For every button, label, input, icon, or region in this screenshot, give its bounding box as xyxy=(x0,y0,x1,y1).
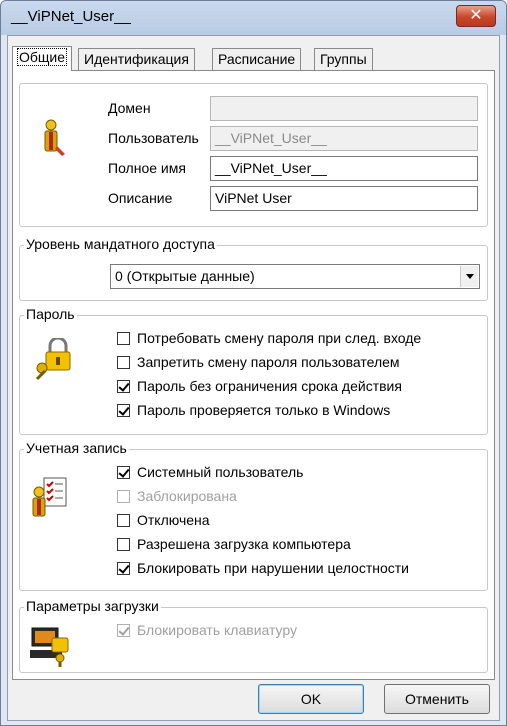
dialog-client-area: Общие Идентификация Расписание Группы До… xyxy=(7,35,500,721)
chevron-down-icon[interactable] xyxy=(460,266,478,287)
account-legend: Учетная запись xyxy=(24,440,129,456)
checkbox-box[interactable] xyxy=(117,562,130,575)
tab-panel-general: Домен Пользователь __ViPNet_User__ Полно… xyxy=(12,70,495,680)
checkbox-box xyxy=(117,624,130,637)
password-legend: Пароль xyxy=(24,306,77,322)
system-user-checkbox[interactable]: Системный пользователь xyxy=(117,464,303,484)
user-checklist-icon xyxy=(32,477,67,517)
access-level-legend: Уровень мандатного доступа xyxy=(24,236,217,252)
checkbox-box xyxy=(117,490,130,503)
access-level-group: Уровень мандатного доступа 0 (Открытые д… xyxy=(19,236,488,301)
window-title: __ViPNet_User__ xyxy=(11,8,131,25)
tab-schedule[interactable]: Расписание xyxy=(212,48,302,70)
fullname-field[interactable]: __ViPNet_User__ xyxy=(210,156,478,181)
checkbox-box[interactable] xyxy=(117,538,130,551)
tab-identification[interactable]: Идентификация xyxy=(78,48,195,70)
access-level-select[interactable]: 0 (Открытые данные) xyxy=(110,264,480,289)
password-never-expires-checkbox[interactable]: Пароль без ограничения срока действия xyxy=(117,378,402,398)
boot-params-legend: Параметры загрузки xyxy=(24,598,161,614)
require-password-change-checkbox[interactable]: Потребовать смену пароля при след. входе xyxy=(117,330,421,350)
username-field[interactable]: __ViPNet_User__ xyxy=(210,126,478,151)
fullname-label: Полное имя xyxy=(108,160,186,176)
tab-groups[interactable]: Группы xyxy=(314,48,373,70)
checkbox-box[interactable] xyxy=(117,466,130,479)
access-level-value: 0 (Открытые данные) xyxy=(115,268,255,284)
tab-general[interactable]: Общие xyxy=(12,46,73,71)
cancel-button[interactable]: Отменить xyxy=(384,684,490,714)
checkbox-box[interactable] xyxy=(117,332,130,345)
dialog-window: __ViPNet_User__ ✕ Общие Идентификация Ра… xyxy=(0,0,507,726)
ok-button[interactable]: OK xyxy=(258,684,364,714)
blocked-checkbox: Заблокирована xyxy=(117,488,237,508)
block-on-integrity-violation-checkbox[interactable]: Блокировать при нарушении целостности xyxy=(117,560,409,580)
checkbox-box[interactable] xyxy=(117,514,130,527)
close-icon: ✕ xyxy=(469,7,483,24)
forbid-password-change-checkbox[interactable]: Запретить смену пароля пользователем xyxy=(117,354,400,374)
password-group: Пароль Потребовать смену пароля при след… xyxy=(19,306,488,435)
checkbox-box[interactable] xyxy=(117,404,130,417)
block-keyboard-checkbox: Блокировать клавиатуру xyxy=(117,622,297,642)
computer-key-icon xyxy=(30,627,69,667)
domain-field[interactable] xyxy=(210,96,478,121)
title-bar[interactable]: __ViPNet_User__ ✕ xyxy=(1,1,506,35)
username-label: Пользователь xyxy=(108,130,199,146)
user-info-group: Домен Пользователь __ViPNet_User__ Полно… xyxy=(19,83,488,227)
description-field[interactable]: ViPNet User xyxy=(210,186,478,211)
checkbox-box[interactable] xyxy=(117,356,130,369)
user-icon xyxy=(44,119,65,156)
disabled-account-checkbox[interactable]: Отключена xyxy=(117,512,210,532)
boot-params-group: Параметры загрузки Блокировать клавиатур… xyxy=(19,598,488,673)
close-button[interactable]: ✕ xyxy=(456,5,496,27)
domain-label: Домен xyxy=(108,100,151,116)
account-group: Учетная запись Системный пользователь За… xyxy=(19,440,488,591)
lock-key-icon xyxy=(35,338,71,381)
description-label: Описание xyxy=(108,190,173,206)
allow-computer-boot-checkbox[interactable]: Разрешена загрузка компьютера xyxy=(117,536,351,556)
checkbox-box[interactable] xyxy=(117,380,130,393)
password-windows-only-checkbox[interactable]: Пароль проверяется только в Windows xyxy=(117,402,390,422)
